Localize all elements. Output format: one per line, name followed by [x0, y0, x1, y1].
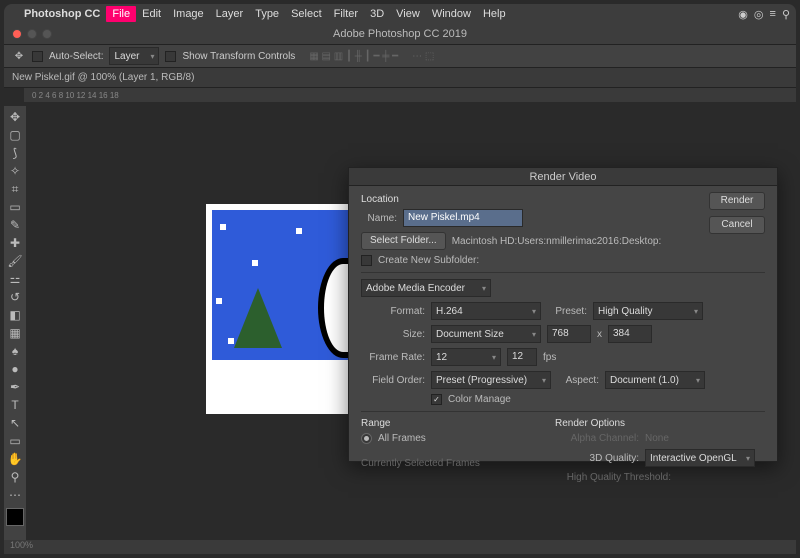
render-options-label: Render Options	[555, 418, 755, 429]
menu-select[interactable]: Select	[285, 6, 328, 22]
format-label: Format:	[361, 306, 425, 317]
create-subfolder-label: Create New Subfolder:	[378, 255, 479, 266]
name-input[interactable]: New Piskel.mp4	[403, 209, 523, 227]
search-icon[interactable]: ⚲	[782, 8, 790, 21]
location-label: Location	[361, 194, 765, 205]
auto-select-label: Auto-Select:	[49, 51, 103, 62]
window-title: Adobe Photoshop CC 2019	[333, 28, 467, 40]
dodge-tool-icon[interactable]: ●	[5, 360, 25, 378]
menu-layer[interactable]: Layer	[210, 6, 250, 22]
all-frames-radio[interactable]	[361, 433, 372, 444]
encoder-select[interactable]: Adobe Media Encoder	[361, 279, 491, 297]
preset-select[interactable]: High Quality	[593, 302, 703, 320]
menu-window[interactable]: Window	[426, 6, 477, 22]
alpha-value: None	[645, 433, 669, 444]
document-canvas[interactable]	[206, 204, 368, 414]
render-button[interactable]: Render	[709, 192, 765, 210]
layer-select[interactable]: Layer	[109, 47, 159, 65]
framerate-select[interactable]: 12	[431, 348, 501, 366]
crop-tool-icon[interactable]: ⌗	[5, 180, 25, 198]
status-icon: ◉	[738, 8, 748, 21]
eyedropper-tool-icon[interactable]: ✎	[5, 216, 25, 234]
show-transform-checkbox[interactable]	[165, 51, 176, 62]
blur-tool-icon[interactable]: ♠	[5, 342, 25, 360]
color-swatch[interactable]	[6, 508, 24, 526]
shape-tool-icon[interactable]: ▭	[5, 432, 25, 450]
path-tool-icon[interactable]: ↖	[5, 414, 25, 432]
color-manage-checkbox[interactable]: ✓	[431, 394, 442, 405]
app-menu[interactable]: Photoshop CC	[18, 6, 106, 22]
menu-type[interactable]: Type	[249, 6, 285, 22]
status-icon: ≡	[770, 8, 776, 21]
ruler-horizontal: 0 2 4 6 8 10 12 14 16 18	[24, 88, 796, 102]
framerate-label: Frame Rate:	[361, 352, 425, 363]
folder-path: Macintosh HD:Users:nmillerimac2016:Deskt…	[452, 236, 662, 247]
frame-tool-icon[interactable]: ▭	[5, 198, 25, 216]
aspect-select[interactable]: Document (1.0)	[605, 371, 705, 389]
name-label: Name:	[361, 213, 397, 224]
history-brush-icon[interactable]: ↺	[5, 288, 25, 306]
field-order-select[interactable]: Preset (Progressive)	[431, 371, 551, 389]
selected-frames-label: Currently Selected Frames	[361, 458, 480, 469]
hand-tool-icon[interactable]: ✋	[5, 450, 25, 468]
3d-quality-label: 3D Quality:	[555, 453, 639, 464]
preset-label: Preset:	[547, 306, 587, 317]
lasso-tool-icon[interactable]: ⟆	[5, 144, 25, 162]
field-order-label: Field Order:	[361, 375, 425, 386]
gradient-tool-icon[interactable]: ▦	[5, 324, 25, 342]
move-tool-icon: ✥	[12, 49, 26, 63]
range-label: Range	[361, 418, 531, 429]
framerate-input[interactable]: 12	[507, 348, 537, 366]
auto-select-checkbox[interactable]	[32, 51, 43, 62]
traffic-lights[interactable]	[12, 29, 52, 39]
menu-file[interactable]: File	[106, 6, 136, 22]
format-select[interactable]: H.264	[431, 302, 541, 320]
mode-icons: ⋯ ⬚	[412, 51, 434, 62]
menu-filter[interactable]: Filter	[328, 6, 364, 22]
options-bar: ✥ Auto-Select: Layer Show Transform Cont…	[4, 44, 796, 68]
color-manage-label: Color Manage	[448, 394, 511, 405]
menu-help[interactable]: Help	[477, 6, 512, 22]
create-subfolder-checkbox[interactable]	[361, 255, 372, 266]
fps-label: fps	[543, 352, 556, 363]
pen-tool-icon[interactable]: ✒	[5, 378, 25, 396]
document-tab[interactable]: New Piskel.gif @ 100% (Layer 1, RGB/8)	[12, 72, 194, 83]
move-tool-icon[interactable]: ✥	[5, 108, 25, 126]
alpha-label: Alpha Channel:	[555, 433, 639, 444]
status-icon: ◎	[754, 8, 764, 21]
menu-3d[interactable]: 3D	[364, 6, 390, 22]
height-input[interactable]: 384	[608, 325, 652, 343]
document-tabbar: New Piskel.gif @ 100% (Layer 1, RGB/8)	[4, 68, 796, 88]
width-input[interactable]: 768	[547, 325, 591, 343]
cancel-button[interactable]: Cancel	[709, 216, 765, 234]
size-label: Size:	[361, 329, 425, 340]
marquee-tool-icon[interactable]: ▢	[5, 126, 25, 144]
3d-quality-select[interactable]: Interactive OpenGL	[645, 449, 755, 467]
hq-threshold-label: High Quality Threshold:	[555, 472, 671, 483]
dialog-title: Render Video	[349, 168, 777, 186]
wand-tool-icon[interactable]: ✧	[5, 162, 25, 180]
type-tool-icon[interactable]: T	[5, 396, 25, 414]
zoom-tool-icon[interactable]: ⚲	[5, 468, 25, 486]
stamp-tool-icon[interactable]: ⚍	[5, 270, 25, 288]
edit-toolbar-icon[interactable]: ⋯	[5, 486, 25, 504]
align-icons[interactable]: ▦ ▤ ▥ ┃ ╫ ┃ ━ ╪ ━	[309, 51, 398, 62]
size-select[interactable]: Document Size	[431, 325, 541, 343]
menu-image[interactable]: Image	[167, 6, 210, 22]
toolbox: ✥ ▢ ⟆ ✧ ⌗ ▭ ✎ ✚ 🖌 ⚍ ↺ ◧ ▦ ♠ ● ✒ T ↖ ▭ ✋ …	[4, 106, 26, 544]
aspect-label: Aspect:	[557, 375, 599, 386]
status-bar: 100%	[4, 540, 796, 554]
heal-tool-icon[interactable]: ✚	[5, 234, 25, 252]
brush-tool-icon[interactable]: 🖌	[5, 252, 25, 270]
show-transform-label: Show Transform Controls	[182, 51, 295, 62]
window-titlebar: Adobe Photoshop CC 2019	[4, 24, 796, 44]
render-video-dialog: Render Video Render Cancel Location Name…	[348, 167, 778, 462]
menu-edit[interactable]: Edit	[136, 6, 167, 22]
select-folder-button[interactable]: Select Folder...	[361, 232, 446, 250]
eraser-tool-icon[interactable]: ◧	[5, 306, 25, 324]
all-frames-label: All Frames	[378, 433, 426, 444]
mac-menubar: Photoshop CC File Edit Image Layer Type …	[4, 4, 796, 24]
menu-view[interactable]: View	[390, 6, 426, 22]
